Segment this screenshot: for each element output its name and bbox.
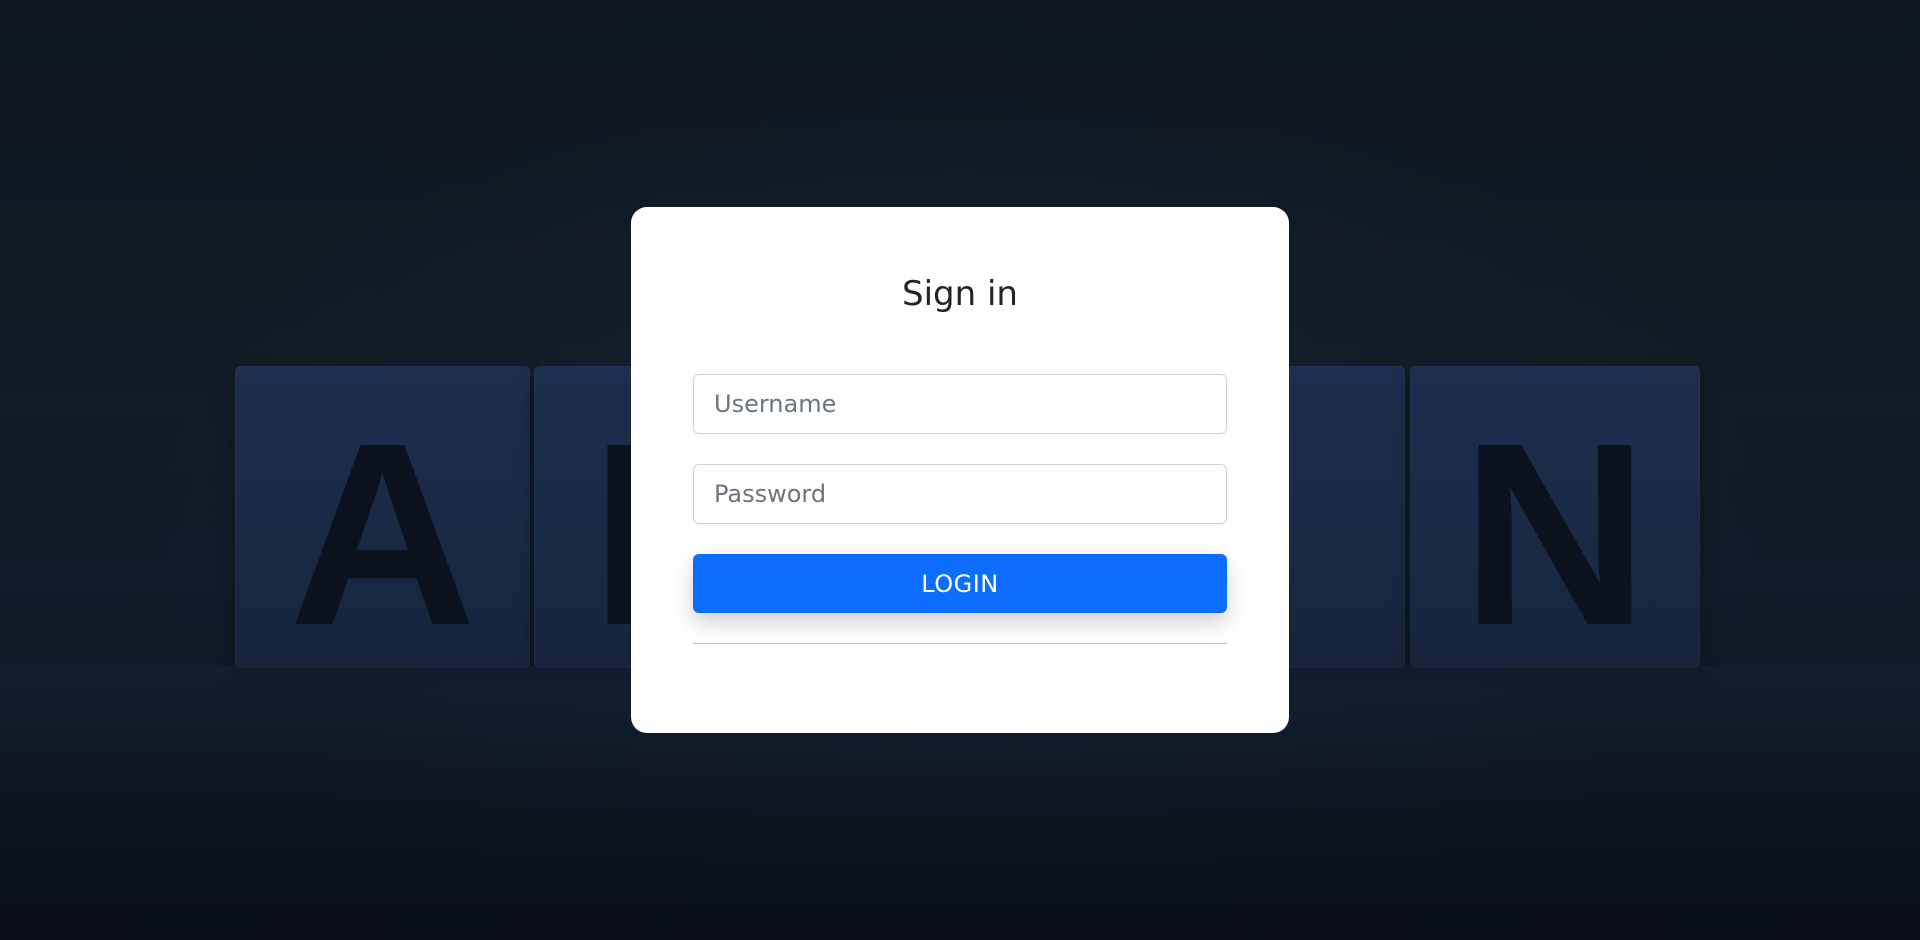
password-input[interactable] — [693, 464, 1227, 524]
sign-in-card: Sign in LOGIN — [631, 207, 1289, 733]
form-divider — [693, 643, 1227, 644]
login-page: A D I N Sign in LOGIN — [0, 0, 1920, 940]
sign-in-title: Sign in — [902, 274, 1018, 314]
login-button[interactable]: LOGIN — [693, 554, 1227, 613]
username-input[interactable] — [693, 374, 1227, 434]
